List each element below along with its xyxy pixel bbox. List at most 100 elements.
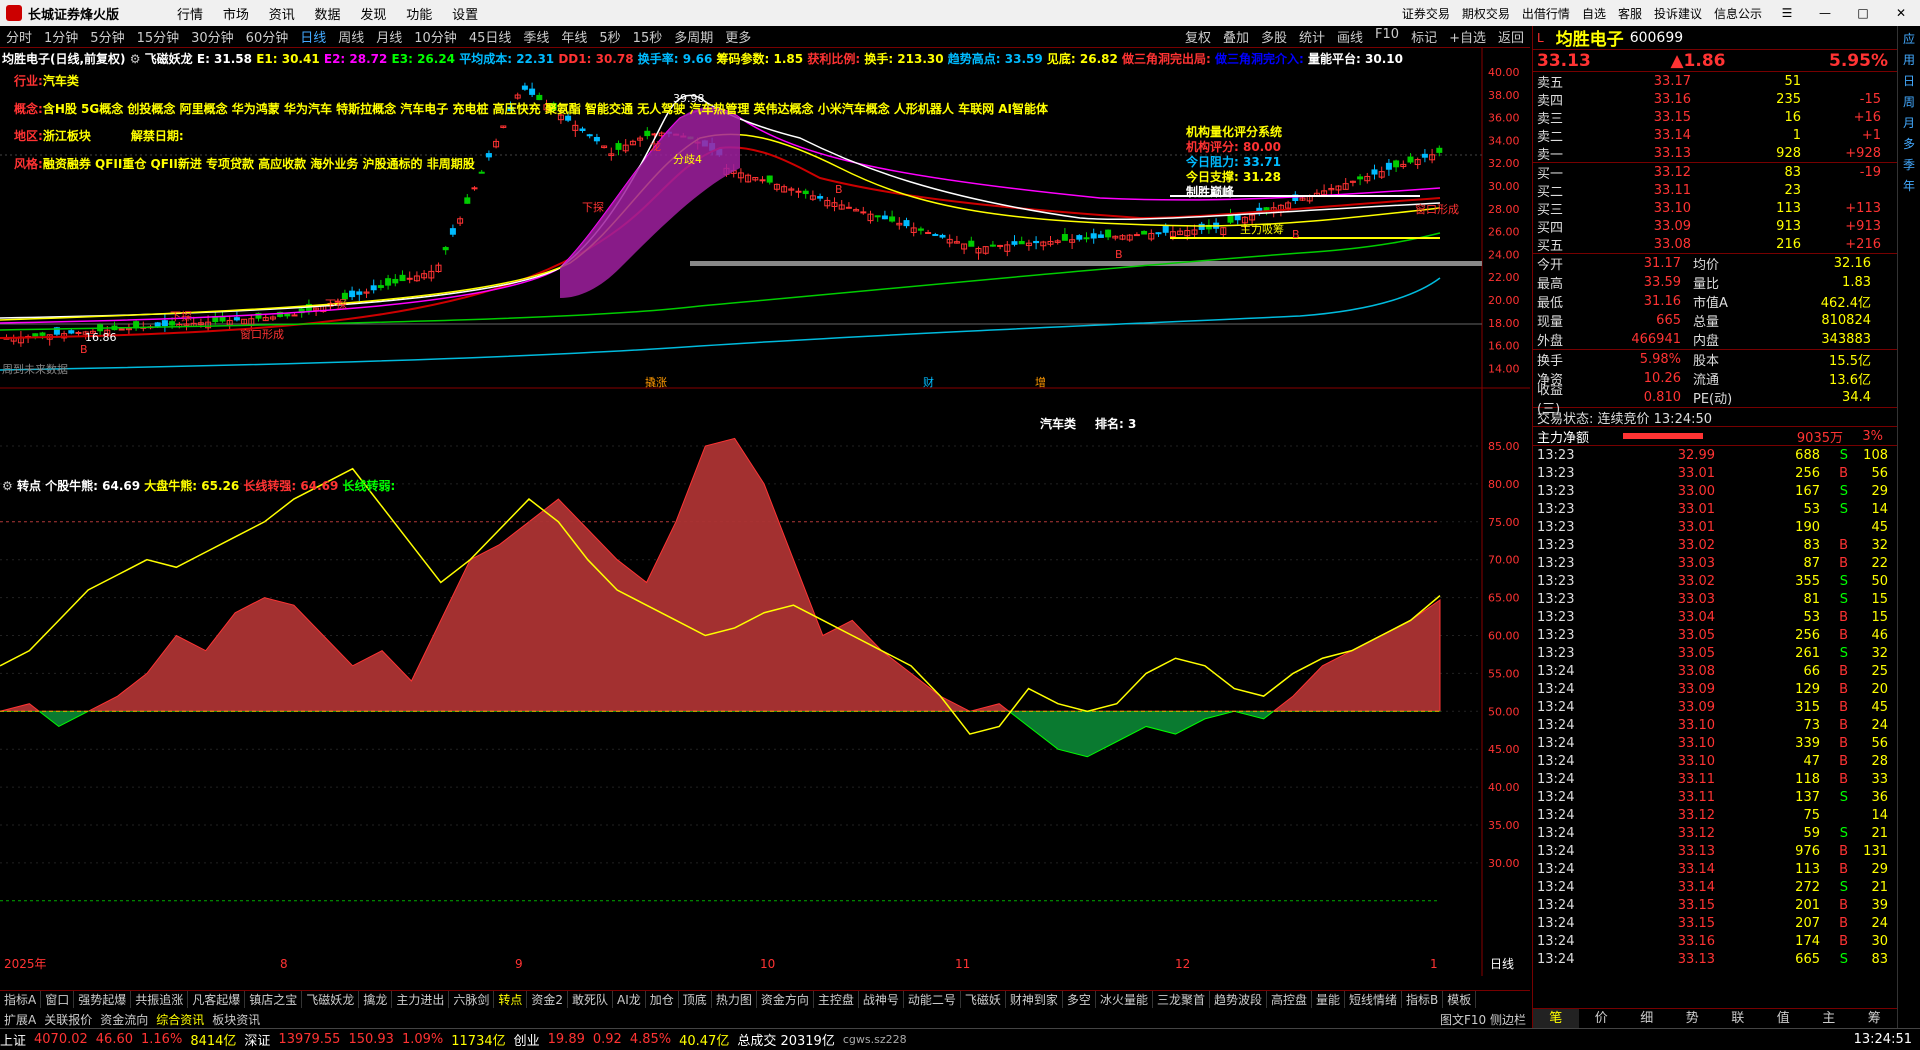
ext-tab-1[interactable]: 关联报价 [40, 1011, 96, 1028]
book-price[interactable]: 33.09 [1591, 219, 1691, 234]
tool-2[interactable]: 多股 [1255, 27, 1293, 46]
indicator-tab-15[interactable]: 顶底 [679, 991, 712, 1008]
indicator-tab-14[interactable]: 加仓 [646, 991, 679, 1008]
indicator-tab-24[interactable]: 冰火量能 [1096, 991, 1153, 1008]
indicator-tab-6[interactable]: 飞磁妖龙 [302, 991, 360, 1008]
indicator-tab-9[interactable]: 六脉剑 [449, 991, 495, 1008]
book-price[interactable]: 33.11 [1591, 183, 1691, 198]
book-price[interactable]: 33.12 [1591, 165, 1691, 180]
indicator-tab-7[interactable]: 擒龙 [359, 991, 393, 1008]
ext-tab-0[interactable]: 扩展A [0, 1011, 40, 1028]
indicator-tab-18[interactable]: 主控盘 [814, 991, 859, 1008]
indicator-tab-29[interactable]: 短线情绪 [1345, 991, 1403, 1008]
period-0[interactable]: 分时 [0, 27, 38, 46]
period-7[interactable]: 周线 [332, 27, 370, 46]
detail-tab-2[interactable]: 细 [1624, 1009, 1670, 1028]
cy-label[interactable]: 创业 [514, 1030, 540, 1049]
period-13[interactable]: 5秒 [593, 27, 626, 46]
indicator-tab-19[interactable]: 战神号 [859, 991, 904, 1008]
book-price[interactable]: 33.15 [1591, 110, 1691, 125]
indicator-tab-31[interactable]: 模板 [1443, 991, 1477, 1008]
menu-news[interactable]: 资讯 [269, 8, 295, 23]
sidebar-item-3[interactable]: 周 [1898, 93, 1920, 110]
minimize-icon[interactable]: — [1812, 6, 1838, 20]
tool-7[interactable]: +自选 [1443, 27, 1492, 46]
menu-complaint[interactable]: 投诉建议 [1654, 5, 1702, 22]
close-icon[interactable]: ✕ [1888, 6, 1914, 20]
period-14[interactable]: 15秒 [627, 27, 669, 46]
period-6[interactable]: 日线 [294, 27, 332, 46]
indicator-tab-1[interactable]: 窗口 [41, 991, 75, 1008]
sh-label[interactable]: 上证 [0, 1030, 26, 1049]
period-2[interactable]: 5分钟 [84, 27, 130, 46]
sidebar-item-6[interactable]: 季 [1898, 156, 1920, 173]
indicator-tab-17[interactable]: 资金方向 [757, 991, 814, 1008]
tool-0[interactable]: 复权 [1179, 27, 1217, 46]
indicator-tab-20[interactable]: 动能二号 [904, 991, 961, 1008]
period-1[interactable]: 1分钟 [38, 27, 84, 46]
menu-function[interactable]: 功能 [406, 8, 432, 23]
menu-data[interactable]: 数据 [315, 8, 341, 23]
tool-6[interactable]: 标记 [1405, 27, 1443, 46]
ext-tab-4[interactable]: 板块资讯 [208, 1011, 264, 1028]
indicator-tab-13[interactable]: AI龙 [613, 991, 646, 1008]
tool-3[interactable]: 统计 [1293, 27, 1331, 46]
sz-label[interactable]: 深证 [244, 1030, 270, 1049]
tool-1[interactable]: 叠加 [1217, 27, 1255, 46]
indicator-tab-3[interactable]: 共振追涨 [131, 991, 189, 1008]
indicator-tab-30[interactable]: 指标B [1402, 991, 1444, 1008]
book-price[interactable]: 33.17 [1591, 74, 1691, 89]
f10-link[interactable]: 图文F10 侧边栏 [1436, 1011, 1530, 1028]
detail-tab-7[interactable]: 筹 [1852, 1009, 1898, 1028]
menu-trade[interactable]: 证券交易 [1402, 5, 1450, 22]
tool-5[interactable]: F10 [1369, 27, 1405, 46]
book-price[interactable]: 33.14 [1591, 128, 1691, 143]
indicator-tab-5[interactable]: 镇店之宝 [245, 991, 303, 1008]
menu-icon[interactable]: ☰ [1774, 6, 1800, 20]
ext-tab-3[interactable]: 综合资讯 [152, 1011, 208, 1028]
book-price[interactable]: 33.16 [1591, 92, 1691, 107]
menu-watchlist[interactable]: 自选 [1582, 5, 1606, 22]
indicator-tab-12[interactable]: 敢死队 [568, 991, 614, 1008]
tool-4[interactable]: 画线 [1331, 27, 1369, 46]
menu-discover[interactable]: 发现 [360, 8, 386, 23]
menu-service[interactable]: 客服 [1618, 5, 1642, 22]
kline-chart[interactable]: 40.00 38.00 36.00 34.00 32.00 30.00 28.00 26.00… [0, 48, 1530, 976]
menu-lend[interactable]: 出借行情 [1522, 5, 1570, 22]
detail-tab-6[interactable]: 主 [1806, 1009, 1852, 1028]
detail-tab-5[interactable]: 值 [1761, 1009, 1807, 1028]
sub-indicator-name[interactable]: 转点 [17, 479, 41, 493]
period-12[interactable]: 年线 [555, 27, 593, 46]
sidebar-item-0[interactable]: 应 [1898, 30, 1920, 47]
settings-icon[interactable]: ⚙ [130, 52, 141, 66]
sidebar-item-7[interactable]: 年 [1898, 177, 1920, 194]
maximize-icon[interactable]: □ [1850, 6, 1876, 20]
detail-tab-3[interactable]: 势 [1670, 1009, 1716, 1028]
indicator-tab-21[interactable]: 飞磁妖 [961, 991, 1006, 1008]
menu-disclosure[interactable]: 信息公示 [1714, 5, 1762, 22]
indicator-tab-26[interactable]: 趋势波段 [1210, 991, 1267, 1008]
detail-tab-0[interactable]: 笔 [1533, 1009, 1579, 1028]
indicator-tab-25[interactable]: 三龙聚首 [1153, 991, 1210, 1008]
indicator-tab-22[interactable]: 财神到家 [1006, 991, 1063, 1008]
period-8[interactable]: 月线 [370, 27, 408, 46]
indicator-tab-0[interactable]: 指标A [0, 991, 42, 1008]
indicator-tab-10[interactable]: 转点 [494, 991, 528, 1008]
menu-market[interactable]: 市场 [223, 8, 249, 23]
indicator-name[interactable]: 飞磁妖龙 [145, 52, 193, 66]
indicator-tab-27[interactable]: 高控盘 [1267, 991, 1312, 1008]
menu-settings[interactable]: 设置 [452, 8, 478, 23]
menu-quotes[interactable]: 行情 [177, 8, 203, 23]
sidebar-item-1[interactable]: 用 [1898, 51, 1920, 68]
book-price[interactable]: 33.13 [1591, 146, 1691, 161]
ext-tab-2[interactable]: 资金流向 [96, 1011, 152, 1028]
book-price[interactable]: 33.10 [1591, 201, 1691, 216]
indicator-tab-11[interactable]: 资金2 [527, 991, 569, 1008]
tool-8[interactable]: 返回 [1492, 27, 1530, 46]
detail-tab-1[interactable]: 价 [1579, 1009, 1625, 1028]
period-10[interactable]: 45日线 [463, 27, 518, 46]
detail-tab-4[interactable]: 联 [1715, 1009, 1761, 1028]
sidebar-item-5[interactable]: 多 [1898, 135, 1920, 152]
indicator-tab-2[interactable]: 强势起爆 [74, 991, 132, 1008]
period-15[interactable]: 多周期 [668, 27, 719, 46]
